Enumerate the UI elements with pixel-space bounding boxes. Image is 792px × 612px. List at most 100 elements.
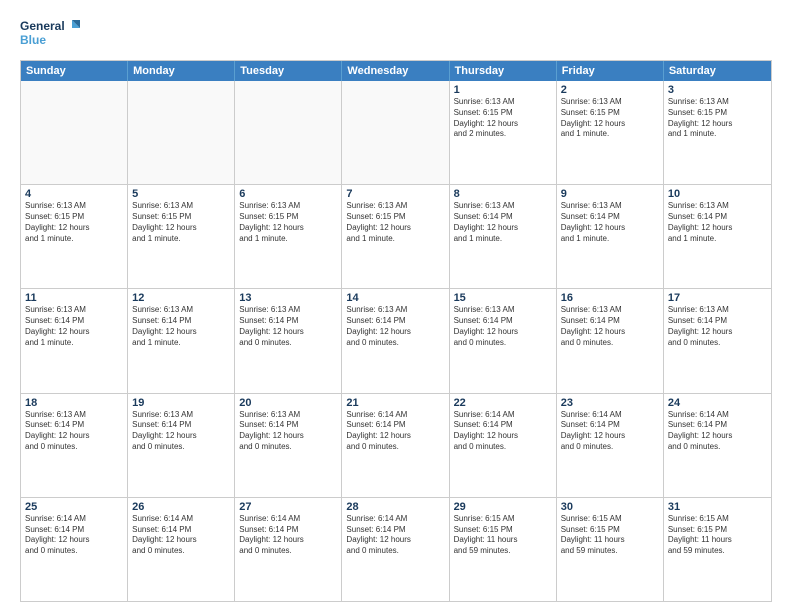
empty-cell bbox=[235, 81, 342, 184]
calendar-row-1: 4Sunrise: 6:13 AM Sunset: 6:15 PM Daylig… bbox=[21, 184, 771, 288]
day-number: 6 bbox=[239, 188, 337, 200]
day-info: Sunrise: 6:14 AM Sunset: 6:14 PM Dayligh… bbox=[25, 514, 123, 557]
day-number: 4 bbox=[25, 188, 123, 200]
calendar-row-3: 18Sunrise: 6:13 AM Sunset: 6:14 PM Dayli… bbox=[21, 393, 771, 497]
day-info: Sunrise: 6:13 AM Sunset: 6:14 PM Dayligh… bbox=[346, 305, 444, 348]
day-number: 28 bbox=[346, 501, 444, 513]
day-cell-12: 12Sunrise: 6:13 AM Sunset: 6:14 PM Dayli… bbox=[128, 289, 235, 392]
day-info: Sunrise: 6:14 AM Sunset: 6:14 PM Dayligh… bbox=[668, 410, 767, 453]
day-cell-22: 22Sunrise: 6:14 AM Sunset: 6:14 PM Dayli… bbox=[450, 394, 557, 497]
day-number: 27 bbox=[239, 501, 337, 513]
calendar-body: 1Sunrise: 6:13 AM Sunset: 6:15 PM Daylig… bbox=[21, 81, 771, 601]
day-info: Sunrise: 6:13 AM Sunset: 6:14 PM Dayligh… bbox=[561, 201, 659, 244]
header-day-friday: Friday bbox=[557, 61, 664, 81]
day-cell-28: 28Sunrise: 6:14 AM Sunset: 6:14 PM Dayli… bbox=[342, 498, 449, 601]
day-cell-10: 10Sunrise: 6:13 AM Sunset: 6:14 PM Dayli… bbox=[664, 185, 771, 288]
day-number: 10 bbox=[668, 188, 767, 200]
day-cell-27: 27Sunrise: 6:14 AM Sunset: 6:14 PM Dayli… bbox=[235, 498, 342, 601]
day-cell-20: 20Sunrise: 6:13 AM Sunset: 6:14 PM Dayli… bbox=[235, 394, 342, 497]
header-day-monday: Monday bbox=[128, 61, 235, 81]
day-number: 30 bbox=[561, 501, 659, 513]
day-info: Sunrise: 6:15 AM Sunset: 6:15 PM Dayligh… bbox=[561, 514, 659, 557]
day-number: 5 bbox=[132, 188, 230, 200]
day-info: Sunrise: 6:13 AM Sunset: 6:15 PM Dayligh… bbox=[346, 201, 444, 244]
day-number: 7 bbox=[346, 188, 444, 200]
day-number: 11 bbox=[25, 292, 123, 304]
calendar: SundayMondayTuesdayWednesdayThursdayFrid… bbox=[20, 60, 772, 602]
day-cell-31: 31Sunrise: 6:15 AM Sunset: 6:15 PM Dayli… bbox=[664, 498, 771, 601]
day-info: Sunrise: 6:13 AM Sunset: 6:15 PM Dayligh… bbox=[454, 97, 552, 140]
day-info: Sunrise: 6:13 AM Sunset: 6:14 PM Dayligh… bbox=[25, 410, 123, 453]
day-info: Sunrise: 6:14 AM Sunset: 6:14 PM Dayligh… bbox=[454, 410, 552, 453]
day-info: Sunrise: 6:13 AM Sunset: 6:15 PM Dayligh… bbox=[668, 97, 767, 140]
day-cell-14: 14Sunrise: 6:13 AM Sunset: 6:14 PM Dayli… bbox=[342, 289, 449, 392]
day-cell-1: 1Sunrise: 6:13 AM Sunset: 6:15 PM Daylig… bbox=[450, 81, 557, 184]
day-number: 19 bbox=[132, 397, 230, 409]
day-cell-30: 30Sunrise: 6:15 AM Sunset: 6:15 PM Dayli… bbox=[557, 498, 664, 601]
day-info: Sunrise: 6:13 AM Sunset: 6:14 PM Dayligh… bbox=[239, 410, 337, 453]
day-number: 24 bbox=[668, 397, 767, 409]
day-info: Sunrise: 6:13 AM Sunset: 6:15 PM Dayligh… bbox=[25, 201, 123, 244]
day-cell-15: 15Sunrise: 6:13 AM Sunset: 6:14 PM Dayli… bbox=[450, 289, 557, 392]
day-info: Sunrise: 6:13 AM Sunset: 6:14 PM Dayligh… bbox=[239, 305, 337, 348]
day-cell-25: 25Sunrise: 6:14 AM Sunset: 6:14 PM Dayli… bbox=[21, 498, 128, 601]
day-number: 1 bbox=[454, 84, 552, 96]
calendar-row-2: 11Sunrise: 6:13 AM Sunset: 6:14 PM Dayli… bbox=[21, 288, 771, 392]
day-cell-18: 18Sunrise: 6:13 AM Sunset: 6:14 PM Dayli… bbox=[21, 394, 128, 497]
day-info: Sunrise: 6:14 AM Sunset: 6:14 PM Dayligh… bbox=[561, 410, 659, 453]
day-cell-24: 24Sunrise: 6:14 AM Sunset: 6:14 PM Dayli… bbox=[664, 394, 771, 497]
day-cell-26: 26Sunrise: 6:14 AM Sunset: 6:14 PM Dayli… bbox=[128, 498, 235, 601]
day-cell-29: 29Sunrise: 6:15 AM Sunset: 6:15 PM Dayli… bbox=[450, 498, 557, 601]
day-info: Sunrise: 6:13 AM Sunset: 6:14 PM Dayligh… bbox=[668, 201, 767, 244]
day-number: 8 bbox=[454, 188, 552, 200]
day-cell-4: 4Sunrise: 6:13 AM Sunset: 6:15 PM Daylig… bbox=[21, 185, 128, 288]
day-info: Sunrise: 6:14 AM Sunset: 6:14 PM Dayligh… bbox=[346, 410, 444, 453]
day-number: 12 bbox=[132, 292, 230, 304]
day-info: Sunrise: 6:13 AM Sunset: 6:14 PM Dayligh… bbox=[132, 305, 230, 348]
header-day-wednesday: Wednesday bbox=[342, 61, 449, 81]
day-cell-19: 19Sunrise: 6:13 AM Sunset: 6:14 PM Dayli… bbox=[128, 394, 235, 497]
day-cell-13: 13Sunrise: 6:13 AM Sunset: 6:14 PM Dayli… bbox=[235, 289, 342, 392]
day-number: 22 bbox=[454, 397, 552, 409]
day-number: 14 bbox=[346, 292, 444, 304]
day-number: 9 bbox=[561, 188, 659, 200]
day-number: 20 bbox=[239, 397, 337, 409]
day-number: 16 bbox=[561, 292, 659, 304]
day-number: 31 bbox=[668, 501, 767, 513]
day-number: 15 bbox=[454, 292, 552, 304]
day-number: 21 bbox=[346, 397, 444, 409]
day-number: 18 bbox=[25, 397, 123, 409]
day-cell-11: 11Sunrise: 6:13 AM Sunset: 6:14 PM Dayli… bbox=[21, 289, 128, 392]
day-info: Sunrise: 6:14 AM Sunset: 6:14 PM Dayligh… bbox=[239, 514, 337, 557]
day-info: Sunrise: 6:14 AM Sunset: 6:14 PM Dayligh… bbox=[346, 514, 444, 557]
day-info: Sunrise: 6:13 AM Sunset: 6:14 PM Dayligh… bbox=[454, 201, 552, 244]
header-day-tuesday: Tuesday bbox=[235, 61, 342, 81]
day-number: 26 bbox=[132, 501, 230, 513]
day-info: Sunrise: 6:13 AM Sunset: 6:15 PM Dayligh… bbox=[132, 201, 230, 244]
header-day-thursday: Thursday bbox=[450, 61, 557, 81]
day-info: Sunrise: 6:13 AM Sunset: 6:14 PM Dayligh… bbox=[25, 305, 123, 348]
day-cell-5: 5Sunrise: 6:13 AM Sunset: 6:15 PM Daylig… bbox=[128, 185, 235, 288]
day-info: Sunrise: 6:15 AM Sunset: 6:15 PM Dayligh… bbox=[454, 514, 552, 557]
day-info: Sunrise: 6:13 AM Sunset: 6:15 PM Dayligh… bbox=[561, 97, 659, 140]
day-cell-17: 17Sunrise: 6:13 AM Sunset: 6:14 PM Dayli… bbox=[664, 289, 771, 392]
day-info: Sunrise: 6:13 AM Sunset: 6:15 PM Dayligh… bbox=[239, 201, 337, 244]
empty-cell bbox=[21, 81, 128, 184]
calendar-row-0: 1Sunrise: 6:13 AM Sunset: 6:15 PM Daylig… bbox=[21, 81, 771, 184]
day-info: Sunrise: 6:14 AM Sunset: 6:14 PM Dayligh… bbox=[132, 514, 230, 557]
empty-cell bbox=[342, 81, 449, 184]
day-number: 3 bbox=[668, 84, 767, 96]
day-info: Sunrise: 6:13 AM Sunset: 6:14 PM Dayligh… bbox=[132, 410, 230, 453]
day-cell-23: 23Sunrise: 6:14 AM Sunset: 6:14 PM Dayli… bbox=[557, 394, 664, 497]
logo-svg: General Blue bbox=[20, 16, 80, 52]
day-cell-8: 8Sunrise: 6:13 AM Sunset: 6:14 PM Daylig… bbox=[450, 185, 557, 288]
day-number: 2 bbox=[561, 84, 659, 96]
day-info: Sunrise: 6:13 AM Sunset: 6:14 PM Dayligh… bbox=[561, 305, 659, 348]
empty-cell bbox=[128, 81, 235, 184]
day-cell-3: 3Sunrise: 6:13 AM Sunset: 6:15 PM Daylig… bbox=[664, 81, 771, 184]
day-info: Sunrise: 6:13 AM Sunset: 6:14 PM Dayligh… bbox=[454, 305, 552, 348]
day-cell-2: 2Sunrise: 6:13 AM Sunset: 6:15 PM Daylig… bbox=[557, 81, 664, 184]
calendar-header: SundayMondayTuesdayWednesdayThursdayFrid… bbox=[21, 61, 771, 81]
header-day-saturday: Saturday bbox=[664, 61, 771, 81]
day-number: 23 bbox=[561, 397, 659, 409]
